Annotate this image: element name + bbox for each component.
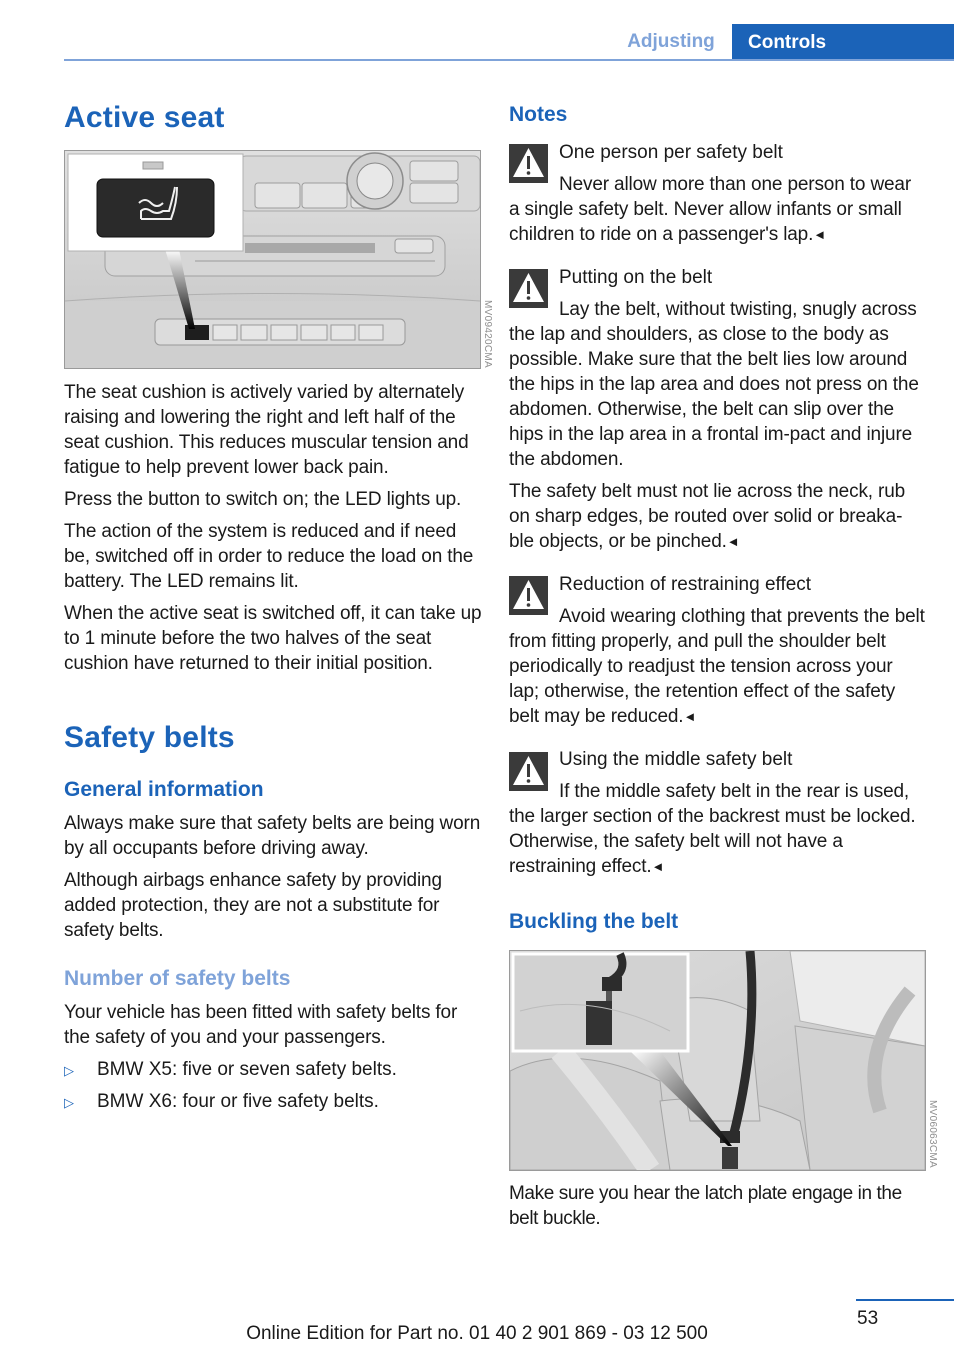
footer-divider xyxy=(856,1299,954,1301)
warning-title: Using the middle safety belt xyxy=(559,749,793,770)
general-information-heading: General information xyxy=(64,778,264,801)
general-info-paragraph-2: Although airbags enhance safety by provi… xyxy=(64,870,442,941)
header-section-controls-label: Controls xyxy=(748,31,827,53)
active-seat-figure xyxy=(64,150,481,369)
warning-body: If the middle safety belt in the rear is… xyxy=(509,779,925,879)
warning-title: Putting on the belt xyxy=(559,267,713,288)
active-seat-paragraph-1: The seat cushion is actively varied by a… xyxy=(64,382,469,478)
warning-title: One person per safety belt xyxy=(559,142,783,163)
active-seat-paragraph-3: The action of the system is reduced and … xyxy=(64,521,474,592)
safety-belts-title: Safety belts xyxy=(64,721,235,754)
warning-body-text: Avoid wearing clothing that prevents the… xyxy=(509,606,925,727)
header-divider xyxy=(64,59,954,61)
end-marker-icon: ◄ xyxy=(683,709,697,724)
triangle-bullet-icon: ▷ xyxy=(64,1095,74,1110)
buckling-the-belt-heading: Buckling the belt xyxy=(509,910,679,933)
notes-heading: Notes xyxy=(509,103,568,126)
seat-belt-illustration xyxy=(510,951,925,1170)
figure-code-active-seat: MV09420CMA xyxy=(482,300,493,369)
footer-edition-text: Online Edition for Part no. 01 40 2 901 … xyxy=(246,1323,708,1344)
footer-edition: Online Edition for Part no. 01 40 2 901 … xyxy=(0,1323,954,1345)
warning-extra-text: The safety belt must not lie across the … xyxy=(509,481,906,552)
header-section-adjusting-label: Adjusting xyxy=(627,31,715,52)
header-section-controls[interactable]: Controls xyxy=(732,24,954,61)
warning-body-text: Never allow more than one person to wear… xyxy=(509,174,912,245)
warning-extra: The safety belt must not lie across the … xyxy=(509,479,925,554)
end-marker-icon: ◄ xyxy=(726,534,740,549)
dashboard-illustration xyxy=(65,151,480,368)
list-item-text: BMW X5: five or seven safety belts. xyxy=(97,1059,397,1080)
end-marker-icon: ◄ xyxy=(813,227,826,242)
active-seat-paragraph-2: Press the button to switch on; the LED l… xyxy=(64,489,462,510)
warning-body: Never allow more than one person to wear… xyxy=(509,172,925,247)
buckling-paragraph: Make sure you hear the latch plate engag… xyxy=(509,1183,902,1229)
general-info-paragraph-1: Always make sure that safety belts are b… xyxy=(64,813,481,859)
active-seat-title: Active seat xyxy=(64,101,225,134)
end-marker-icon: ◄ xyxy=(651,859,665,874)
list-item-text: BMW X6: four or five safety belts. xyxy=(97,1091,379,1112)
warning-body-text: If the middle safety belt in the rear is… xyxy=(509,781,916,877)
number-of-safety-belts-heading: Number of safety belts xyxy=(64,967,291,990)
buckling-belt-figure xyxy=(509,950,926,1171)
active-seat-paragraph-4: When the active seat is switched off, it… xyxy=(64,603,482,674)
warning-title: Reduction of restraining effect xyxy=(559,574,812,595)
warning-body: Avoid wearing clothing that prevents the… xyxy=(509,604,925,729)
figure-code-buckling: MV06063CMA xyxy=(927,1100,938,1169)
warning-body: Lay the belt, without twisting, snugly a… xyxy=(509,299,919,470)
triangle-bullet-icon: ▷ xyxy=(64,1063,74,1078)
number-of-belts-paragraph: Your vehicle has been fitted with safety… xyxy=(64,1002,458,1048)
header-section-adjusting[interactable]: Adjusting xyxy=(606,24,732,60)
